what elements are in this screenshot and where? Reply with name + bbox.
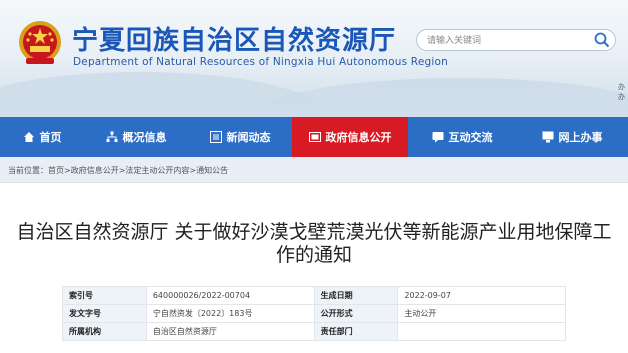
- header-background-haze: [0, 62, 628, 117]
- article-title-line: 自治区自然资源厅 关于做好沙漠戈壁荒漠光伏等新能源产业用地保障工: [16, 221, 612, 243]
- nav-item-label: 首页: [39, 131, 62, 144]
- nav-item-label: 概况信息: [122, 131, 167, 144]
- news-list-icon: [209, 131, 222, 143]
- breadcrumb[interactable]: 当前位置：首页>政府信息公开>法定主动公开内容>通知公告: [8, 165, 228, 176]
- nav-item-online-service[interactable]: 网上办事: [516, 117, 628, 157]
- meta-key: 索引号: [62, 286, 147, 305]
- meta-value: [397, 322, 566, 341]
- search-icon[interactable]: [593, 31, 611, 49]
- folder-icon: [308, 132, 321, 142]
- breadcrumb-bar: 当前位置：首页>政府信息公开>法定主动公开内容>通知公告: [0, 157, 628, 183]
- org-chart-icon: [106, 131, 117, 142]
- nav-item-gov-info[interactable]: 政府信息公开: [292, 117, 408, 157]
- meta-key: 公开形式: [313, 304, 399, 323]
- document-meta-table: 索引号 640000026/2022-00704 生成日期 2022-09-07…: [62, 286, 566, 341]
- meta-value: 自治区自然资源厅: [145, 322, 315, 341]
- site-header: 宁夏回族自治区自然资源厅 Department of Natural Resou…: [0, 0, 628, 117]
- nav-item-label: 网上办事: [558, 131, 603, 144]
- meta-value: 主动公开: [397, 304, 566, 323]
- table-row: 发文字号 宁自然资发〔2022〕183号 公开形式 主动公开: [62, 304, 566, 323]
- meta-key: 发文字号: [62, 304, 147, 323]
- table-row: 所属机构 自治区自然资源厅 责任部门: [62, 322, 566, 341]
- main-nav: 首页 概况信息 新闻动态 政府信息公开 互动交流 网上办事: [0, 117, 628, 157]
- chat-icon: [432, 132, 443, 143]
- meta-key: 生成日期: [313, 286, 399, 305]
- table-row: 索引号 640000026/2022-00704 生成日期 2022-09-07: [62, 286, 566, 305]
- nav-item-label: 互动交流: [448, 131, 493, 144]
- meta-value: 640000026/2022-00704: [145, 286, 315, 305]
- meta-value: 宁自然资发〔2022〕183号: [145, 304, 315, 323]
- meta-key: 所属机构: [62, 322, 147, 341]
- meta-value: 2022-09-07: [397, 286, 566, 305]
- home-icon: [23, 132, 34, 142]
- search-box[interactable]: [416, 29, 616, 51]
- header-side-text: 办办: [618, 83, 625, 101]
- nav-item-overview[interactable]: 概况信息: [84, 117, 188, 157]
- nav-item-interaction[interactable]: 互动交流: [408, 117, 516, 157]
- site-subtitle: Department of Natural Resources of Ningx…: [73, 56, 448, 68]
- nav-item-label: 政府信息公开: [325, 131, 392, 144]
- screen-icon: [542, 131, 553, 143]
- nav-item-home[interactable]: 首页: [0, 117, 84, 157]
- meta-key: 责任部门: [313, 322, 399, 341]
- nav-item-news[interactable]: 新闻动态: [188, 117, 292, 157]
- article-title-line: 作的通知: [275, 244, 352, 266]
- site-title: 宁夏回族自治区自然资源厅: [72, 26, 397, 56]
- search-input[interactable]: [427, 33, 587, 47]
- nav-item-label: 新闻动态: [226, 131, 271, 144]
- national-emblem-icon: [19, 21, 61, 64]
